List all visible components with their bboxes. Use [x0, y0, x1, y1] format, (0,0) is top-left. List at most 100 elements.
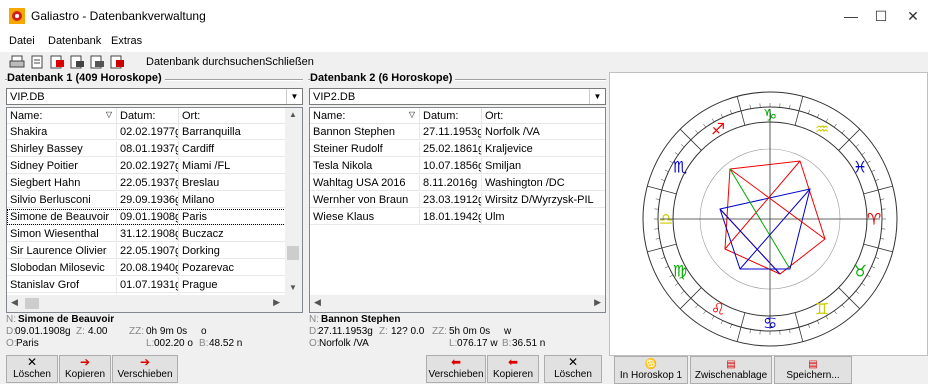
delete-button-1[interactable]: ✕ Löschen [6, 355, 58, 383]
scroll-right-icon: ▶ [273, 297, 280, 307]
table-row[interactable]: Wahltag USA 2016 8.11.2016g Washington /DC [310, 175, 605, 191]
cell-name: Steiner Rudolf [310, 141, 420, 157]
table-row[interactable]: Silvio Berlusconi 29.09.1936g Milano [7, 192, 302, 208]
cell-date: 29.09.1936g [117, 192, 179, 208]
scroll-left-icon: ◀ [314, 297, 321, 307]
table-row[interactable]: Tesla Nikola 10.07.1856g Smiljan [310, 158, 605, 174]
cell-date: 01.07.1931g [117, 277, 179, 293]
db2-file-select[interactable]: VIP2.DB ▼ [309, 88, 606, 105]
db1-panel: Datenbank 1 (409 Horoskope) VIP.DB ▼ Nam… [3, 72, 305, 384]
cell-place: Norfolk /VA [482, 124, 605, 140]
close-button[interactable]: ✕ [890, 0, 928, 32]
db-export-icon[interactable] [89, 55, 105, 69]
table-row[interactable]: Sidney Poitier 20.02.1927g Miami /FL [7, 158, 302, 174]
table-row[interactable]: Shirley Bassey 08.01.1937g Cardiff [7, 141, 302, 157]
copy-button-1[interactable]: ➔ Kopieren [59, 355, 111, 383]
menu-datenbank[interactable]: Datenbank [48, 35, 101, 47]
close-db-button[interactable]: Schließen [265, 56, 314, 68]
table-row[interactable]: Stanislav Grof 01.07.1931g Prague [7, 277, 302, 293]
col-date[interactable]: Datum: [117, 108, 179, 124]
db-red-icon[interactable] [49, 55, 65, 69]
table-row[interactable]: Bannon Stephen 27.11.1953g Norfolk /VA [310, 124, 605, 140]
col-date[interactable]: Datum: [420, 108, 482, 124]
cell-date: 8.11.2016g [420, 175, 482, 191]
db1-hscroll[interactable]: ◀ ▶ [7, 295, 302, 312]
copy-button-2[interactable]: ⬅ Kopieren [487, 355, 539, 383]
db1-file-select[interactable]: VIP.DB ▼ [6, 88, 303, 105]
window-title: Galiastro - Datenbankverwaltung [31, 9, 206, 23]
clipboard-button[interactable]: ▤ Zwischenablage [690, 356, 772, 384]
cell-place: Smiljan [482, 158, 605, 174]
horoscope-wheel: ♈♉♊♋♌♍♎♏♐♑♒♓ [642, 91, 898, 347]
table-row[interactable]: Sir Laurence Olivier 22.05.1907g Dorking [7, 243, 302, 259]
chevron-down-icon[interactable]: ▼ [589, 89, 605, 104]
title-bar: Galiastro - Datenbankverwaltung — ☐ ✕ [0, 0, 928, 32]
db1-list[interactable]: Name: ▽ Datum: Ort: Shakira 02.02.1977g Bar… [6, 107, 303, 313]
arrow-right-icon: ➔ [79, 355, 91, 369]
cell-name: Shakira [7, 124, 117, 140]
cell-name: Sidney Poitier [7, 158, 117, 174]
db-copy-icon[interactable] [69, 55, 85, 69]
cell-name: Stanislav Grof [7, 277, 117, 293]
document-icon[interactable] [29, 55, 45, 69]
table-row[interactable]: Steiner Rudolf 25.02.1861g Kraljevice [310, 141, 605, 157]
to-horoscope-button[interactable]: ♋ In Horoskop 1 [614, 356, 688, 384]
col-place[interactable]: Ort: [482, 108, 605, 124]
zodiac-sign-icon: ♏ [673, 158, 687, 177]
table-row[interactable]: Shakira 02.02.1977g Barranquilla [7, 124, 302, 140]
move-button-2[interactable]: ⬅ Verschieben [426, 355, 486, 383]
delete-x-icon: ✕ [26, 355, 38, 369]
cell-name: Bannon Stephen [310, 124, 420, 140]
cell-place: Paris [179, 209, 289, 225]
cell-date: 18.01.1942g [420, 209, 482, 225]
delete-button-2[interactable]: ✕ Löschen [544, 355, 602, 383]
cell-name: Tesla Nikola [310, 158, 420, 174]
table-row[interactable]: Wernher von Braun 23.03.1912g Wirsitz D/Wy… [310, 192, 605, 208]
cell-place: Ulm [482, 209, 605, 225]
db2-info-name: Bannon Stephen [321, 314, 401, 325]
col-place[interactable]: Ort: [179, 108, 289, 124]
db2-hscroll[interactable]: ◀ ▶ [310, 295, 605, 312]
cell-name: Wiese Klaus [310, 209, 420, 225]
menu-datei[interactable]: Datei [9, 35, 35, 47]
sort-icon: ▽ [408, 110, 415, 119]
table-row[interactable]: Siegbert Hahn 22.05.1937g Breslau [7, 175, 302, 191]
cell-name: Silvio Berlusconi [7, 192, 117, 208]
cell-name: Siegbert Hahn [7, 175, 117, 191]
zodiac-sign-icon: ♍ [673, 262, 687, 281]
scroll-right-icon: ▶ [594, 297, 601, 307]
save-icon: ▤ [808, 359, 818, 370]
db1-info-name: Simone de Beauvoir [18, 314, 115, 325]
search-db-button[interactable]: Datenbank durchsuchen [146, 56, 265, 68]
move-button-1[interactable]: ➔ Verschieben [112, 355, 178, 383]
delete-x-icon: ✕ [567, 355, 579, 369]
chevron-down-icon[interactable]: ▼ [286, 89, 302, 104]
cell-date: 22.05.1937g [117, 175, 179, 191]
db2-list-header: Name: ▽ Datum: Ort: [310, 108, 605, 124]
cell-name: Shirley Bassey [7, 141, 117, 157]
col-name[interactable]: Name: ▽ [310, 108, 420, 124]
db2-info: N: Bannon Stephen D: 27.11.1953g Z: 12? … [309, 314, 546, 349]
cell-place: Wirsitz D/Wyrzysk-PIL [482, 192, 605, 208]
table-row[interactable]: Simone de Beauvoir 09.01.1908g Paris [7, 209, 302, 225]
cell-date: 08.01.1937g [117, 141, 179, 157]
cell-date: 23.03.1912g [420, 192, 482, 208]
save-button[interactable]: ▤ Speichern... [774, 356, 852, 384]
sort-icon: ▽ [105, 110, 112, 119]
horoscope-icon: ♋ [644, 359, 658, 370]
table-row[interactable]: Wiese Klaus 18.01.1942g Ulm [310, 209, 605, 225]
table-row[interactable]: Simon Wiesenthal 31.12.1908g Buczacz [7, 226, 302, 242]
arrow-left-icon: ⬅ [507, 355, 519, 369]
zodiac-sign-icon: ♉ [853, 262, 867, 281]
table-row[interactable]: Slobodan Milosevic 20.08.1940g Pozarevac [7, 260, 302, 276]
cell-place: Kraljevice [482, 141, 605, 157]
cell-date: 10.07.1856g [420, 158, 482, 174]
db2-list[interactable]: Name: ▽ Datum: Ort: Bannon Stephen 27.11.1… [309, 107, 606, 313]
cell-place: Breslau [179, 175, 289, 191]
menu-extras[interactable]: Extras [111, 35, 142, 47]
zodiac-sign-icon: ♊ [815, 300, 829, 319]
db-save-icon[interactable] [109, 55, 125, 69]
print-icon[interactable] [9, 55, 25, 69]
col-name[interactable]: Name: ▽ [7, 108, 117, 124]
db1-vscroll[interactable]: ▲ ▼ [285, 108, 302, 312]
